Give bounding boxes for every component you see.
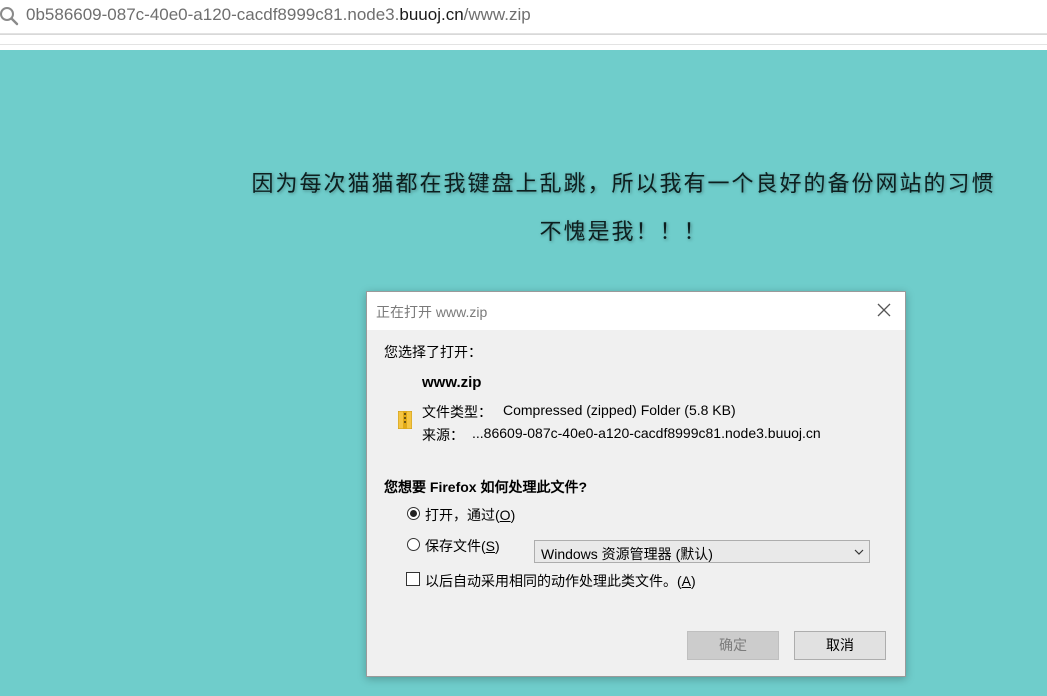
address-bar[interactable]: 0b586609-087c-40e0-a120-cacdf8999c81.nod…	[0, 0, 1047, 34]
open-with-select[interactable]: Windows 资源管理器 (默认)	[534, 540, 870, 563]
file-type-label: 文件类型：	[422, 404, 492, 420]
save-file-radio[interactable]	[407, 538, 420, 551]
zip-folder-icon	[398, 411, 412, 429]
open-with-selected-value: Windows 资源管理器 (默认)	[541, 546, 713, 562]
headline-line-2: 不愧是我！！！	[539, 220, 708, 245]
url-prefix: 0b586609-087c-40e0-a120-cacdf8999c81.nod…	[26, 5, 400, 24]
dialog-body: 您选择了打开： www.zip 文件类型： Compressed (zipped…	[367, 330, 905, 676]
file-type-value: Compressed (zipped) Folder (5.8 KB)	[503, 402, 736, 418]
open-file-dialog: 正在打开 www.zip 您选择了打开： www.zip 文件类型： Compr…	[366, 291, 906, 677]
dialog-titlebar[interactable]: 正在打开 www.zip	[367, 292, 905, 330]
remember-choice-label[interactable]: 以后自动采用相同的动作处理此类文件。(A)	[425, 571, 696, 591]
source-value: ...86609-087c-40e0-a120-cacdf8999c81.nod…	[472, 425, 821, 441]
dialog-title: 正在打开 www.zip	[376, 304, 488, 320]
close-icon[interactable]	[875, 301, 893, 319]
url-suffix: /www.zip	[463, 5, 531, 24]
save-file-paren: )	[495, 538, 500, 554]
remember-choice-checkbox[interactable]	[406, 572, 420, 586]
search-icon	[0, 7, 19, 26]
ok-button[interactable]: 确定	[687, 631, 779, 660]
remember-choice-text: 以后自动采用相同的动作处理此类文件。(	[425, 573, 682, 589]
file-name: www.zip	[422, 374, 482, 391]
remember-choice-accesskey: A	[681, 573, 692, 589]
save-file-text: 保存文件(	[425, 538, 486, 554]
chevron-down-icon	[854, 549, 864, 555]
handling-question: 您想要 Firefox 如何处理此文件?	[384, 477, 587, 497]
open-with-paren: )	[510, 507, 516, 523]
question-suffix: 如何处理此文件?	[476, 479, 588, 495]
toolbar-separator	[0, 34, 1047, 51]
open-with-text: 打开，通过(	[425, 507, 500, 523]
cancel-button[interactable]: 取消	[794, 631, 886, 660]
open-with-label[interactable]: 打开，通过(O)	[425, 505, 515, 525]
question-prefix: 您想要	[384, 479, 430, 495]
divider	[0, 44, 1047, 45]
headline-line-1: 因为每次猫猫都在我键盘上乱跳，所以我有一个良好的备份网站的习惯	[251, 172, 996, 197]
open-with-radio[interactable]	[407, 507, 420, 520]
remember-choice-paren: )	[691, 573, 696, 589]
save-file-accesskey: S	[485, 538, 496, 554]
question-app: Firefox	[429, 479, 477, 495]
url-text[interactable]: 0b586609-087c-40e0-a120-cacdf8999c81.nod…	[26, 5, 531, 25]
open-with-accesskey: O	[499, 507, 511, 523]
url-domain: buuoj.cn	[399, 5, 464, 24]
source-label: 来源：	[422, 427, 464, 443]
chosen-label: 您选择了打开：	[384, 344, 482, 360]
save-file-label[interactable]: 保存文件(S)	[425, 536, 500, 556]
